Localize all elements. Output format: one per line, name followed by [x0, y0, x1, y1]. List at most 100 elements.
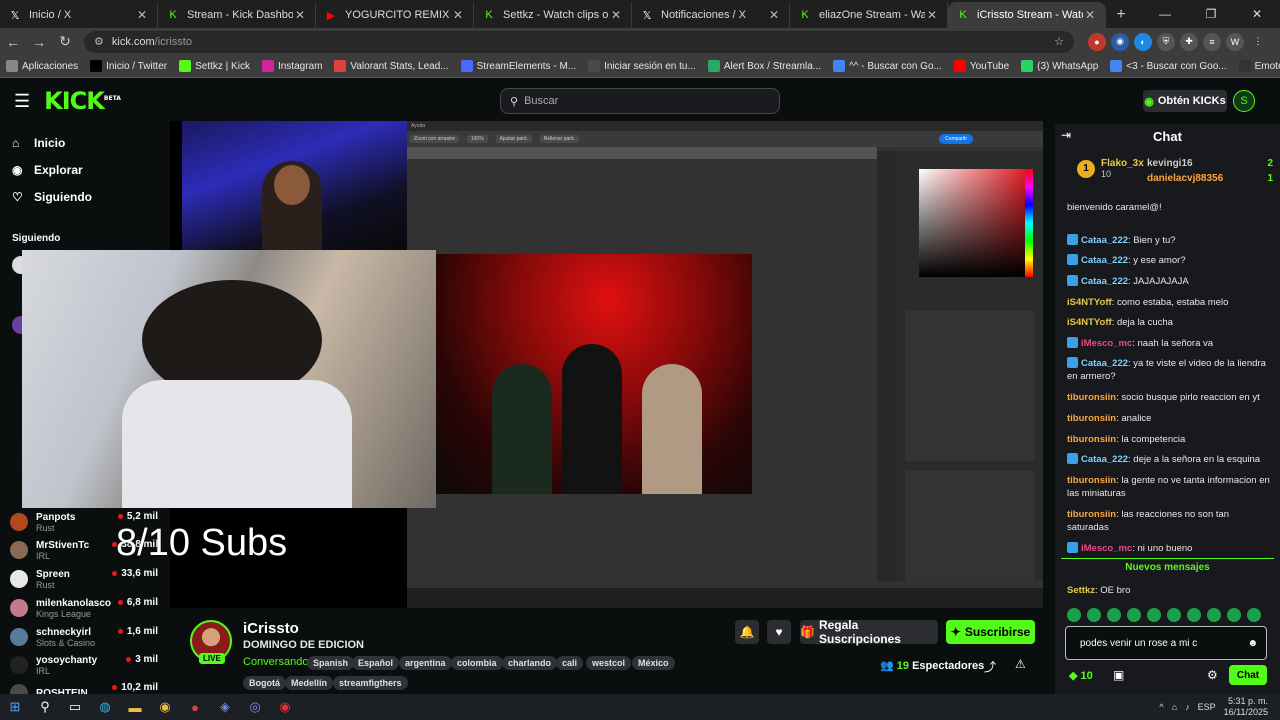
channel-name[interactable]: iCrissto	[243, 620, 299, 637]
stream-tag[interactable]: cali	[556, 656, 584, 670]
collapse-chat-icon[interactable]: ⇥	[1061, 128, 1071, 142]
bookmark-item[interactable]: Iniciar sesión en tu...	[588, 60, 696, 72]
close-tab-icon[interactable]: ✕	[767, 8, 781, 22]
emote-icon[interactable]	[1087, 608, 1101, 622]
kick-logo[interactable]: KICKBETA	[44, 87, 121, 115]
browser-tab[interactable]: K Stream - Kick Dashboard✕	[158, 2, 316, 28]
chat-username[interactable]: iMesco_mc	[1081, 543, 1132, 554]
bookmark-item[interactable]: Alert Box / Streamla...	[707, 60, 821, 72]
leaderboard-first[interactable]: 1 Flako_3x 10	[1077, 158, 1144, 179]
chat-username[interactable]: tiburonsiin	[1067, 413, 1116, 424]
bookmark-item[interactable]: YouTube	[953, 60, 1009, 72]
gift-box-icon[interactable]: ▣	[1113, 668, 1124, 682]
chat-username[interactable]: Cataa_222	[1081, 276, 1128, 287]
user-avatar[interactable]: S	[1233, 90, 1255, 112]
bookmark-item[interactable]: Instagram	[261, 60, 322, 72]
menu-icon[interactable]: ⋮	[1249, 33, 1267, 51]
minimize-button[interactable]: —	[1142, 0, 1188, 28]
extension-icon[interactable]: ◐	[1134, 32, 1152, 51]
extension-icon[interactable]: ◉	[1111, 32, 1129, 51]
bookmark-item[interactable]: Valorant Stats, Lead...	[334, 60, 449, 72]
shield-icon[interactable]: ⛨	[1157, 32, 1175, 51]
chrome-icon[interactable]: ◉	[150, 694, 180, 720]
app-icon[interactable]: ●	[180, 694, 210, 720]
url-field[interactable]: ⚙ kick.com/icrissto ☆	[84, 30, 1074, 53]
kicks-balance[interactable]: ◆ 10	[1069, 669, 1093, 682]
emote-icon[interactable]	[1067, 608, 1081, 622]
chat-username[interactable]: tiburonsiin	[1067, 392, 1116, 403]
network-icon[interactable]: ⌂	[1172, 702, 1177, 712]
emoji-icon[interactable]: ☻	[1247, 638, 1258, 649]
obs-icon[interactable]: ◎	[240, 694, 270, 720]
notification-bell-button[interactable]: 🔔	[735, 620, 759, 644]
share-icon[interactable]: ⤴	[984, 658, 996, 675]
clock[interactable]: 5:31 p. m. 16/11/2025	[1224, 696, 1268, 718]
close-tab-icon[interactable]: ✕	[925, 8, 939, 22]
edge-icon[interactable]: ◍	[90, 694, 120, 720]
recommended-stream[interactable]: yosoychanty IRL 3 mil	[10, 651, 162, 679]
chat-username[interactable]: Cataa_222	[1081, 255, 1128, 266]
close-tab-icon[interactable]: ✕	[135, 8, 149, 22]
browser-tab[interactable]: KiCrissto Stream - Watch Liv✕	[948, 2, 1106, 28]
forward-icon[interactable]: →	[26, 34, 52, 50]
bookmark-item[interactable]: Aplicaciones	[6, 60, 78, 72]
chat-username[interactable]: iS4NTYoff	[1067, 317, 1112, 328]
recommended-stream[interactable]: schneckyirl Slots & Casino 1,6 mil	[10, 623, 162, 651]
gift-subs-button[interactable]: 🎁 Regala Suscripciones	[800, 618, 938, 646]
leaderboard-entry[interactable]: kevingi16 2	[1147, 158, 1273, 169]
stream-tag[interactable]: charlando	[502, 656, 558, 670]
emote-icon[interactable]	[1107, 608, 1121, 622]
volume-icon[interactable]: ♪	[1185, 702, 1190, 712]
chat-username[interactable]: iS4NTYoff	[1067, 297, 1112, 308]
chat-username[interactable]: tiburonsiin	[1067, 509, 1116, 520]
stream-tag[interactable]: Bogotá	[243, 676, 286, 690]
language-indicator[interactable]: ESP	[1198, 702, 1216, 712]
chat-username[interactable]: Cataa_222	[1081, 358, 1128, 369]
new-messages-divider[interactable]: Nuevos mensajes	[1061, 558, 1274, 576]
bookmark-item[interactable]: (3) WhatsApp	[1021, 60, 1098, 72]
bookmark-star-icon[interactable]: ☆	[1054, 35, 1064, 48]
emote-icon[interactable]	[1227, 608, 1241, 622]
stream-tag[interactable]: streamfigthers	[333, 676, 408, 690]
emote-icon[interactable]	[1187, 608, 1201, 622]
settings-gear-icon[interactable]: ⚙	[1207, 668, 1218, 682]
bookmark-item[interactable]: StreamElements - M...	[460, 60, 576, 72]
bookmark-item[interactable]: Emote Directory - 7...	[1238, 60, 1280, 72]
chat-username[interactable]: Cataa_222	[1081, 235, 1128, 246]
stream-tag[interactable]: westcol	[586, 656, 632, 670]
sidebar-nav-inicio[interactable]: ⌂ Inicio	[0, 129, 170, 156]
bookmark-item[interactable]: <3 - Buscar con Goo...	[1110, 60, 1227, 72]
emote-icon[interactable]	[1207, 608, 1221, 622]
stream-tag[interactable]: México	[632, 656, 675, 670]
get-kicks-button[interactable]: ◉ Obtén KICKs	[1143, 90, 1227, 112]
bookmark-item[interactable]: Settkz | Kick	[179, 60, 250, 72]
new-tab-button[interactable]: +	[1106, 2, 1136, 28]
stream-tag[interactable]: Medellín	[285, 676, 334, 690]
recommended-stream[interactable]: milenkanolasco Kings League 6,8 mil	[10, 594, 162, 622]
browser-tab[interactable]: 𝕏 Notificaciones / X ✕	[632, 2, 790, 28]
emote-icon[interactable]	[1247, 608, 1261, 622]
subscribe-button[interactable]: ✦ Suscribirse	[946, 620, 1035, 644]
report-icon[interactable]: ⚠	[1015, 657, 1026, 671]
leaderboard-entry[interactable]: danielacvj88356 1	[1147, 173, 1273, 184]
chat-input[interactable]: podes venir un rose a mi c ☻	[1065, 626, 1267, 660]
close-tab-icon[interactable]: ✕	[293, 8, 307, 22]
chat-username[interactable]: tiburonsiin	[1067, 475, 1116, 486]
close-tab-icon[interactable]: ✕	[1083, 8, 1097, 22]
stream-tag[interactable]: Spanish	[307, 656, 355, 670]
emote-icon[interactable]	[1147, 608, 1161, 622]
hamburger-menu-icon[interactable]: ☰	[14, 91, 30, 112]
windows-start-icon[interactable]: ⊞	[0, 694, 30, 720]
site-info-icon[interactable]: ⚙	[94, 35, 104, 48]
chat-username[interactable]: Settkz	[1067, 585, 1095, 596]
chat-username[interactable]: Cataa_222	[1081, 454, 1128, 465]
chat-username[interactable]: iMesco_mc	[1081, 338, 1132, 349]
send-chat-button[interactable]: Chat	[1229, 665, 1267, 685]
stream-tag[interactable]: Español	[352, 656, 400, 670]
chat-username[interactable]: tiburonsiin	[1067, 434, 1116, 445]
app-icon[interactable]: ◉	[270, 694, 300, 720]
sidebar-nav-siguiendo[interactable]: ♡ Siguiendo	[0, 183, 170, 210]
close-window-button[interactable]: ✕	[1234, 0, 1280, 28]
playlist-icon[interactable]: ≡	[1203, 32, 1221, 51]
chevron-up-icon[interactable]: ^	[1159, 702, 1163, 712]
